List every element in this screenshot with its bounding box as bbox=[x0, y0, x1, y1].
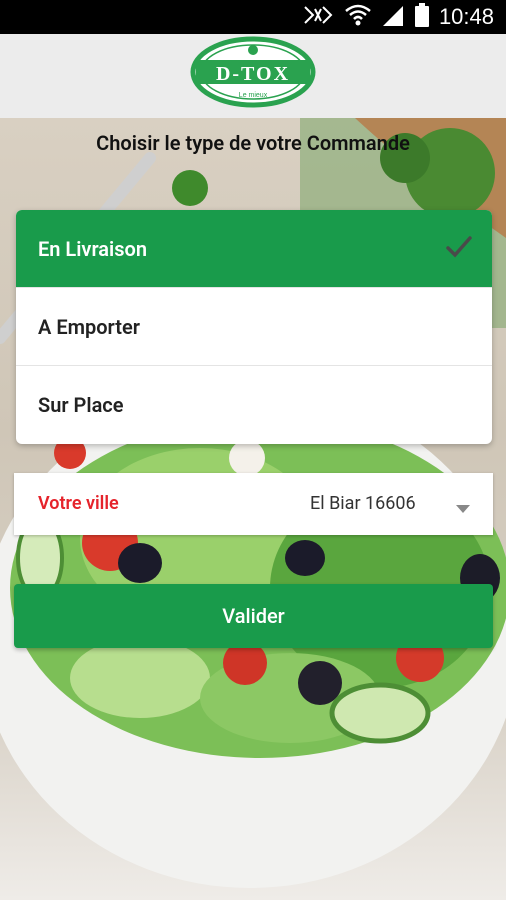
mute-icon bbox=[303, 5, 335, 29]
app-header: D-TOX Le mieux bbox=[0, 34, 506, 118]
city-label: Votre ville bbox=[38, 493, 119, 514]
dropdown-arrow-icon bbox=[456, 498, 470, 517]
svg-text:Le mieux: Le mieux bbox=[239, 92, 268, 99]
order-type-delivery[interactable]: En Livraison bbox=[16, 210, 492, 287]
order-type-label: A Emporter bbox=[38, 314, 140, 339]
city-value: El Biar 16606 bbox=[310, 493, 416, 514]
city-select[interactable]: Votre ville El Biar 16606 bbox=[14, 473, 493, 535]
order-type-label: Sur Place bbox=[38, 392, 124, 417]
status-icons: 10:48 bbox=[303, 3, 494, 31]
dtox-logo: D-TOX Le mieux bbox=[190, 36, 316, 108]
checkmark-icon bbox=[446, 236, 472, 263]
order-type-list: En Livraison A Emporter Sur Place bbox=[16, 210, 492, 444]
page-title: Choisir le type de votre Commande bbox=[96, 131, 410, 155]
signal-icon bbox=[381, 4, 405, 30]
status-bar: 10:48 bbox=[0, 0, 506, 34]
battery-icon bbox=[414, 3, 429, 31]
order-type-takeaway[interactable]: A Emporter bbox=[16, 287, 492, 365]
wifi-icon bbox=[345, 4, 371, 30]
order-type-label: En Livraison bbox=[38, 236, 148, 261]
status-time: 10:48 bbox=[438, 4, 494, 29]
validate-button[interactable]: Valider bbox=[14, 584, 493, 648]
svg-text:D-TOX: D-TOX bbox=[216, 63, 290, 85]
order-type-dine-in[interactable]: Sur Place bbox=[16, 365, 492, 443]
